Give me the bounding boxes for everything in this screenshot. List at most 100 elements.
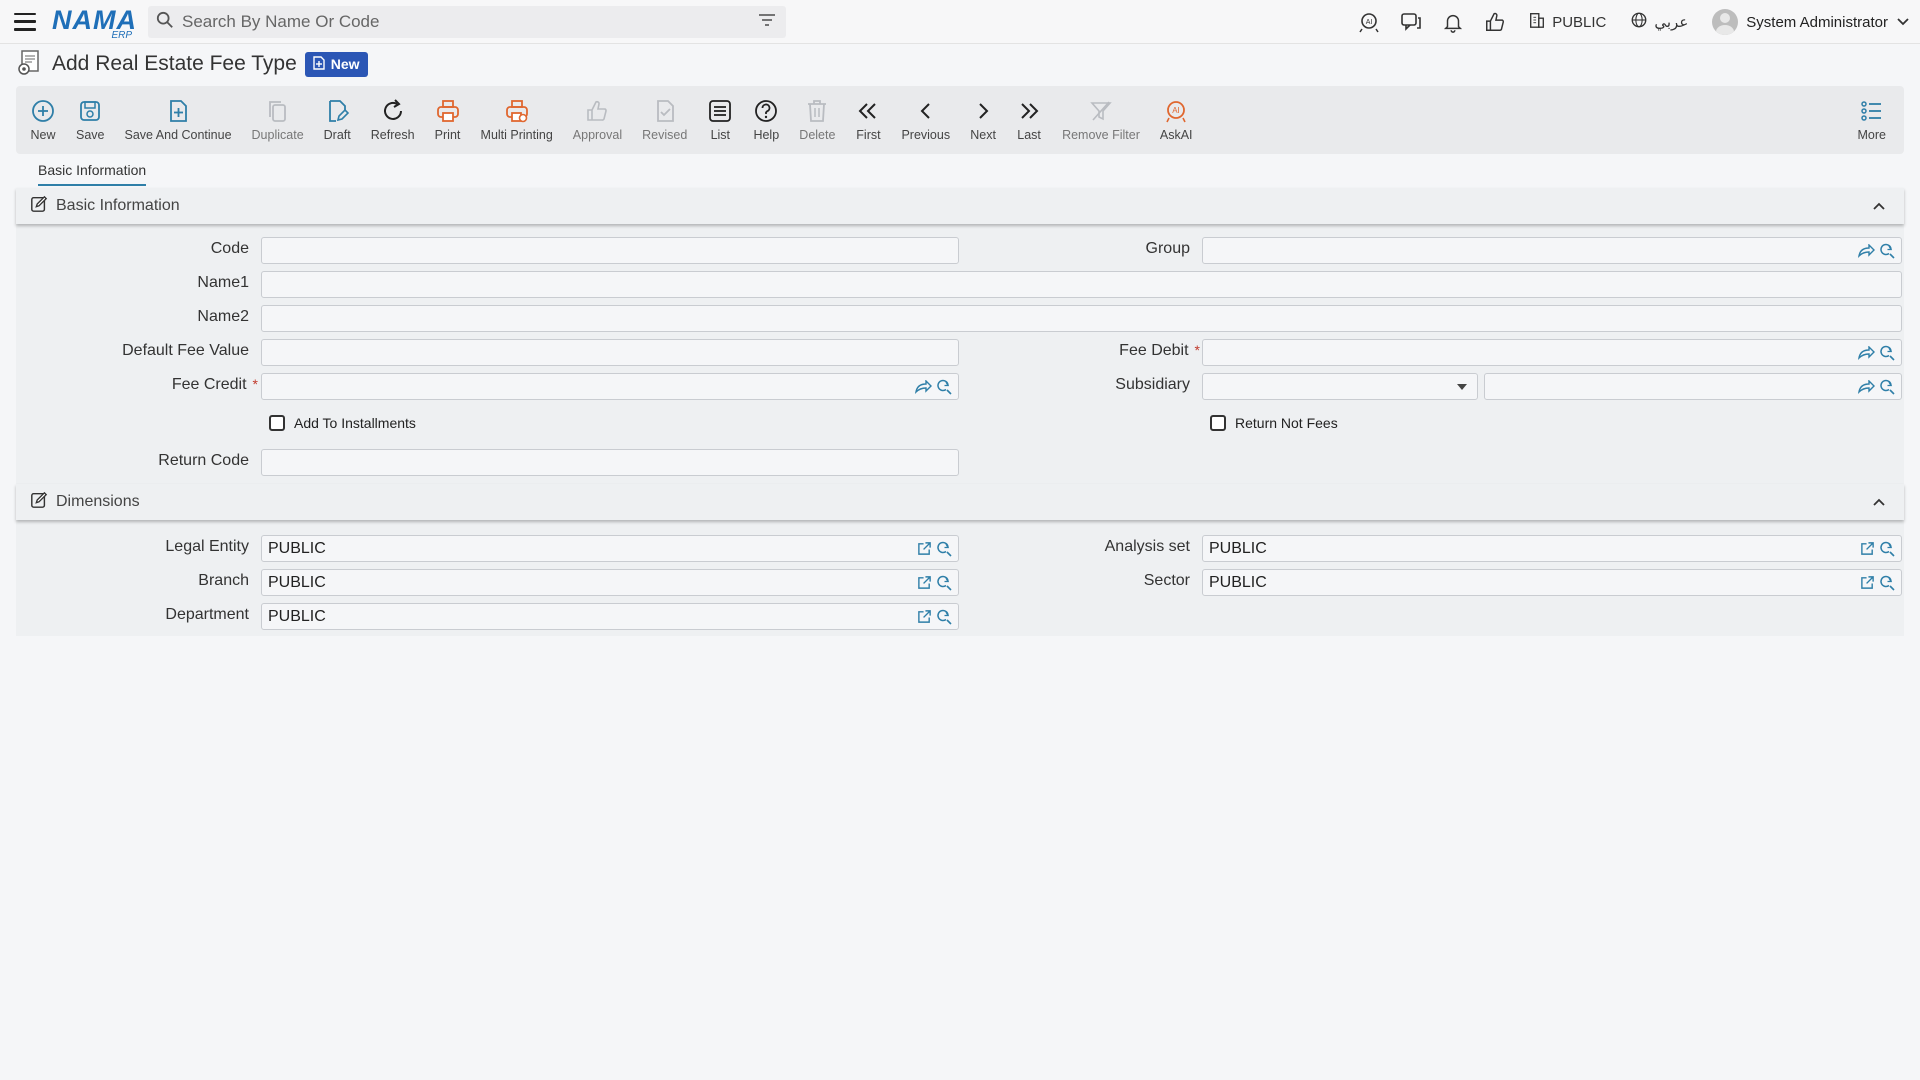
app-logo[interactable]: NAMA ERP bbox=[52, 5, 136, 41]
return-code-field[interactable] bbox=[261, 449, 959, 476]
previous-button[interactable]: Previous bbox=[891, 86, 960, 154]
more-button[interactable]: More bbox=[1848, 86, 1896, 154]
name2-label: Name2 bbox=[197, 308, 249, 325]
return-not-fees-checkbox[interactable]: Return Not Fees bbox=[1210, 415, 1338, 431]
bell-icon[interactable] bbox=[1432, 0, 1474, 44]
search-icon bbox=[156, 11, 174, 34]
document-settings-icon bbox=[16, 48, 44, 81]
file-plus-icon bbox=[170, 100, 187, 122]
draft-button[interactable]: Draft bbox=[314, 86, 361, 154]
dimensions-header[interactable]: Dimensions bbox=[16, 484, 1904, 520]
fee-debit-text: Fee Debit bbox=[1119, 342, 1189, 359]
group-field[interactable] bbox=[1202, 237, 1902, 264]
basic-information-header[interactable]: Basic Information bbox=[16, 188, 1904, 224]
default-fee-field[interactable] bbox=[261, 339, 959, 366]
language-selector[interactable]: عربي bbox=[1630, 11, 1688, 33]
save-button-label: Save bbox=[76, 128, 105, 142]
search-lookup-icon[interactable] bbox=[1879, 379, 1895, 395]
trash-icon bbox=[808, 100, 827, 122]
user-menu[interactable]: System Administrator bbox=[1712, 9, 1910, 35]
add-installments-checkbox[interactable]: Add To Installments bbox=[269, 415, 416, 431]
tab-basic-information[interactable]: Basic Information bbox=[38, 162, 147, 186]
logo-subtext: ERP bbox=[111, 29, 132, 41]
code-label: Code bbox=[210, 240, 249, 257]
new-button-label: New bbox=[30, 128, 56, 142]
page-title: Add Real Estate Fee Type bbox=[52, 52, 297, 75]
department-field[interactable]: PUBLIC bbox=[261, 603, 959, 630]
approval-button[interactable]: Approval bbox=[563, 86, 632, 154]
search-lookup-icon[interactable] bbox=[1879, 541, 1895, 557]
duplicate-button[interactable]: Duplicate bbox=[242, 86, 314, 154]
search-lookup-icon[interactable] bbox=[936, 541, 952, 557]
building-icon bbox=[1528, 11, 1546, 33]
next-button[interactable]: Next bbox=[960, 86, 1006, 154]
checkbox-box bbox=[269, 415, 285, 431]
analysis-set-field[interactable]: PUBLIC bbox=[1202, 535, 1902, 562]
name2-field[interactable] bbox=[261, 305, 1902, 332]
save-continue-button[interactable]: Save And Continue bbox=[115, 86, 242, 154]
share-arrow-icon[interactable] bbox=[914, 379, 932, 394]
fee-debit-field[interactable] bbox=[1202, 339, 1902, 366]
search-lookup-icon[interactable] bbox=[936, 575, 952, 591]
section-title: Basic Information bbox=[56, 197, 180, 214]
chat-icon[interactable] bbox=[1390, 0, 1432, 44]
remove-filter-button[interactable]: Remove Filter bbox=[1052, 86, 1150, 154]
filter-off-icon bbox=[1090, 101, 1112, 121]
subsidiary-type-select[interactable] bbox=[1202, 373, 1478, 400]
search-lookup-icon[interactable] bbox=[1879, 575, 1895, 591]
search-input[interactable] bbox=[174, 6, 758, 38]
last-button[interactable]: Last bbox=[1006, 86, 1052, 154]
list-button[interactable]: List bbox=[697, 86, 743, 154]
help-button[interactable]: Help bbox=[743, 86, 789, 154]
share-arrow-icon[interactable] bbox=[1857, 345, 1875, 360]
refresh-button[interactable]: Refresh bbox=[361, 86, 425, 154]
askai-button[interactable]: AI AskAI bbox=[1150, 86, 1203, 154]
sector-field[interactable]: PUBLIC bbox=[1202, 569, 1902, 596]
delete-label: Delete bbox=[799, 128, 836, 142]
multi-printing-button[interactable]: Multi Printing bbox=[471, 86, 563, 154]
first-button[interactable]: First bbox=[845, 86, 891, 154]
more-label: More bbox=[1857, 128, 1886, 142]
legal-entity-field[interactable]: PUBLIC bbox=[261, 535, 959, 562]
thumbs-up-icon[interactable] bbox=[1474, 0, 1516, 44]
share-arrow-icon[interactable] bbox=[1857, 243, 1875, 258]
search-lookup-icon[interactable] bbox=[1879, 345, 1895, 361]
save-button[interactable]: Save bbox=[66, 86, 115, 154]
ai-assistant-icon[interactable]: AI bbox=[1348, 0, 1390, 44]
company-selector[interactable]: PUBLIC bbox=[1528, 11, 1606, 33]
basic-information-section: Basic Information Code Group Name1 Name2… bbox=[16, 188, 1904, 484]
filter-icon[interactable] bbox=[758, 13, 776, 32]
status-badge: New bbox=[304, 51, 368, 77]
share-arrow-icon[interactable] bbox=[1857, 379, 1875, 394]
checkbox-box bbox=[1210, 415, 1226, 431]
revised-button[interactable]: Revised bbox=[632, 86, 697, 154]
ai-robot-icon: AI bbox=[1166, 101, 1186, 123]
menu-icon[interactable] bbox=[14, 12, 36, 31]
chevron-up-icon[interactable] bbox=[1872, 198, 1886, 216]
page-header: Add Real Estate Fee Type New bbox=[16, 48, 368, 80]
analysis-set-label: Analysis set bbox=[1104, 538, 1190, 555]
chevron-up-icon[interactable] bbox=[1872, 494, 1886, 512]
code-field[interactable] bbox=[261, 237, 959, 264]
avatar bbox=[1712, 9, 1739, 35]
search-lookup-icon[interactable] bbox=[936, 609, 952, 625]
external-link-icon[interactable] bbox=[917, 575, 932, 590]
branch-label: Branch bbox=[198, 572, 249, 589]
external-link-icon[interactable] bbox=[1860, 575, 1875, 590]
fee-credit-field[interactable] bbox=[261, 373, 959, 400]
new-document-icon bbox=[313, 55, 325, 73]
external-link-icon[interactable] bbox=[917, 541, 932, 556]
subsidiary-field[interactable] bbox=[1484, 373, 1902, 400]
external-link-icon[interactable] bbox=[1860, 541, 1875, 556]
new-button[interactable]: New bbox=[20, 86, 66, 154]
external-link-icon[interactable] bbox=[917, 609, 932, 624]
delete-button[interactable]: Delete bbox=[789, 86, 845, 154]
name1-field[interactable] bbox=[261, 271, 1902, 298]
search-lookup-icon[interactable] bbox=[1879, 243, 1895, 259]
thumbs-up-icon bbox=[587, 100, 608, 121]
print-button[interactable]: Print bbox=[425, 86, 471, 154]
search-lookup-icon[interactable] bbox=[936, 379, 952, 395]
branch-field[interactable]: PUBLIC bbox=[261, 569, 959, 596]
file-check-icon bbox=[656, 100, 674, 122]
fee-credit-label: Fee Credit * bbox=[16, 376, 258, 394]
